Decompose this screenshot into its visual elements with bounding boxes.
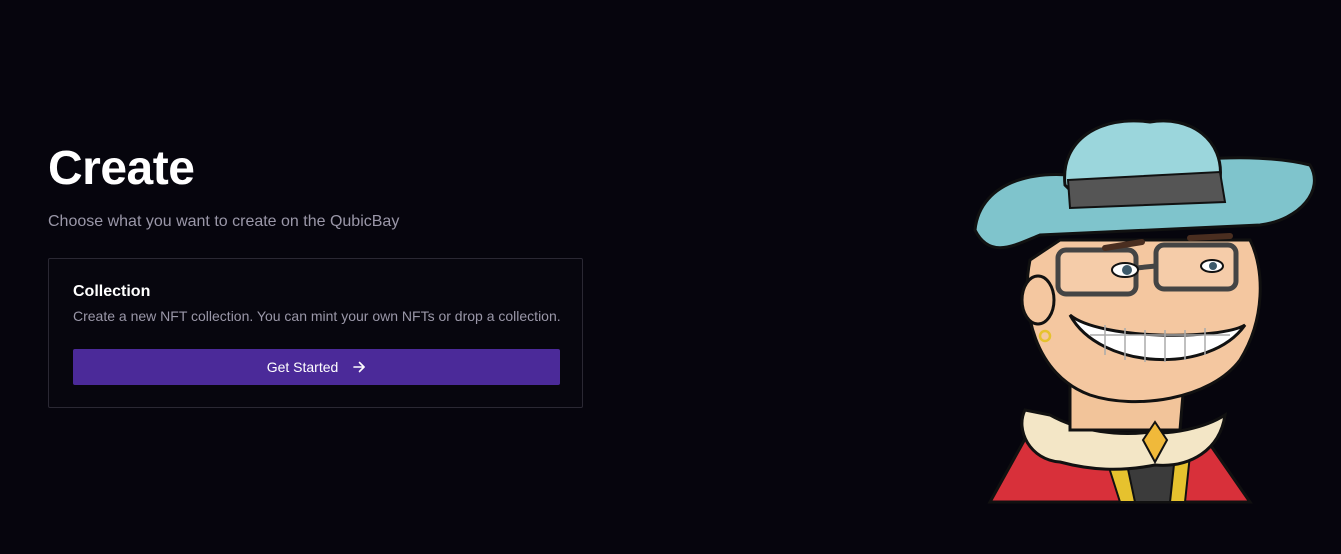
get-started-button[interactable]: Get Started [73,349,560,385]
arrow-right-icon [352,360,366,374]
get-started-label: Get Started [266,359,339,375]
page-title: Create [48,142,195,195]
page-subtitle: Choose what you want to create on the Qu… [48,213,400,230]
cowboy-mascot-illustration [920,110,1340,506]
card-title: Collection [73,283,151,300]
collection-card: Collection Create a new NFT collection. … [48,258,583,408]
card-description: Create a new NFT collection. You can min… [73,308,561,324]
